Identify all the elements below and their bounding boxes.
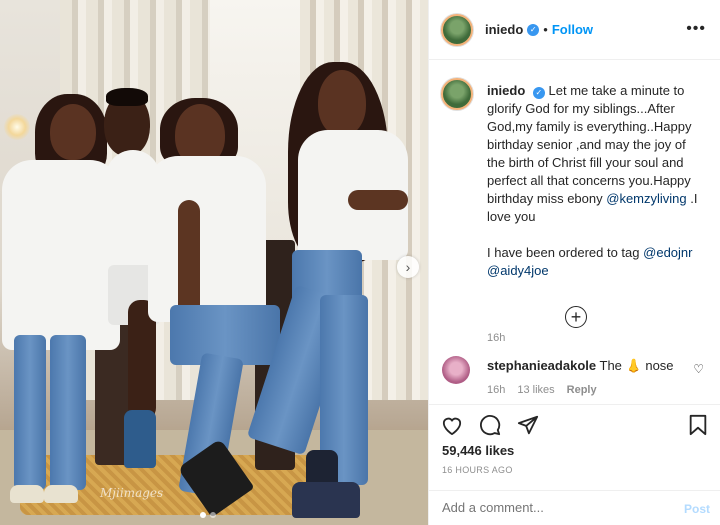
likes-count[interactable]: 59,446 likes [442, 443, 514, 458]
comment-text: stephanieadakole The 👃 nose [487, 358, 674, 374]
share-send-icon[interactable] [516, 413, 540, 437]
carousel-dots [200, 512, 216, 518]
chevron-right-icon: › [405, 259, 411, 275]
mention-link[interactable]: @aidy4joe [487, 263, 549, 278]
add-comment-bar: Post [428, 490, 720, 525]
bookmark-icon[interactable] [686, 413, 710, 437]
more-options-icon[interactable]: ••• [686, 20, 706, 38]
verified-badge-icon: ✓ [527, 23, 540, 36]
comment-likes[interactable]: 13 likes [517, 384, 554, 396]
caption-text: iniedo ✓ Let me take a minute to glorify… [487, 82, 707, 280]
post-comment-button[interactable]: Post [684, 502, 710, 516]
caption-avatar[interactable] [441, 78, 473, 110]
plus-icon: + [570, 307, 582, 327]
nose-emoji-icon: 👃 [625, 358, 642, 373]
wall-lamp [4, 114, 30, 140]
comment-body-end: nose [645, 358, 674, 373]
comment-username[interactable]: stephanieadakole [487, 358, 596, 373]
comment-item: stephanieadakole The 👃 nose 16h 13 likes… [440, 352, 710, 402]
mention-link[interactable]: @edojnr [643, 245, 692, 260]
follow-button[interactable]: Follow [552, 22, 593, 37]
caption-body: Let me take a minute to glorify God for … [487, 83, 692, 206]
caption-timestamp: 16h [487, 332, 506, 344]
verified-badge-icon: ✓ [532, 87, 545, 99]
add-comment-input[interactable] [442, 500, 662, 515]
header-username[interactable]: iniedo [485, 22, 523, 37]
post-actions: 59,446 likes 16 HOURS AGO [428, 404, 720, 490]
carousel-dot-active [200, 512, 206, 518]
commenter-avatar[interactable] [442, 356, 470, 384]
reply-button[interactable]: Reply [567, 384, 597, 396]
separator-bullet: • [543, 22, 548, 37]
caption-username[interactable]: iniedo [487, 83, 525, 98]
photo-watermark: Mjiimages [100, 486, 164, 500]
post-header: iniedo ✓ • Follow ••• [429, 0, 720, 60]
comment-like-heart-icon[interactable]: ♡ [693, 362, 704, 376]
post-photo[interactable]: Mjiimages › [0, 0, 428, 525]
user-avatar[interactable] [441, 13, 473, 46]
comment-body: The [599, 358, 622, 373]
mention-link[interactable]: @kemzyliving [606, 191, 686, 206]
comment-bubble-icon[interactable] [478, 413, 502, 437]
carousel-dot [210, 512, 216, 518]
next-photo-button[interactable]: › [397, 256, 419, 278]
caption-tag-text: I have been ordered to tag [487, 245, 640, 260]
post-timestamp: 16 HOURS AGO [442, 465, 513, 475]
comment-meta: 16h 13 likes Reply [487, 384, 597, 396]
comment-time: 16h [487, 384, 506, 396]
load-more-comments-button[interactable]: + [565, 306, 587, 328]
like-heart-icon[interactable] [440, 413, 464, 437]
